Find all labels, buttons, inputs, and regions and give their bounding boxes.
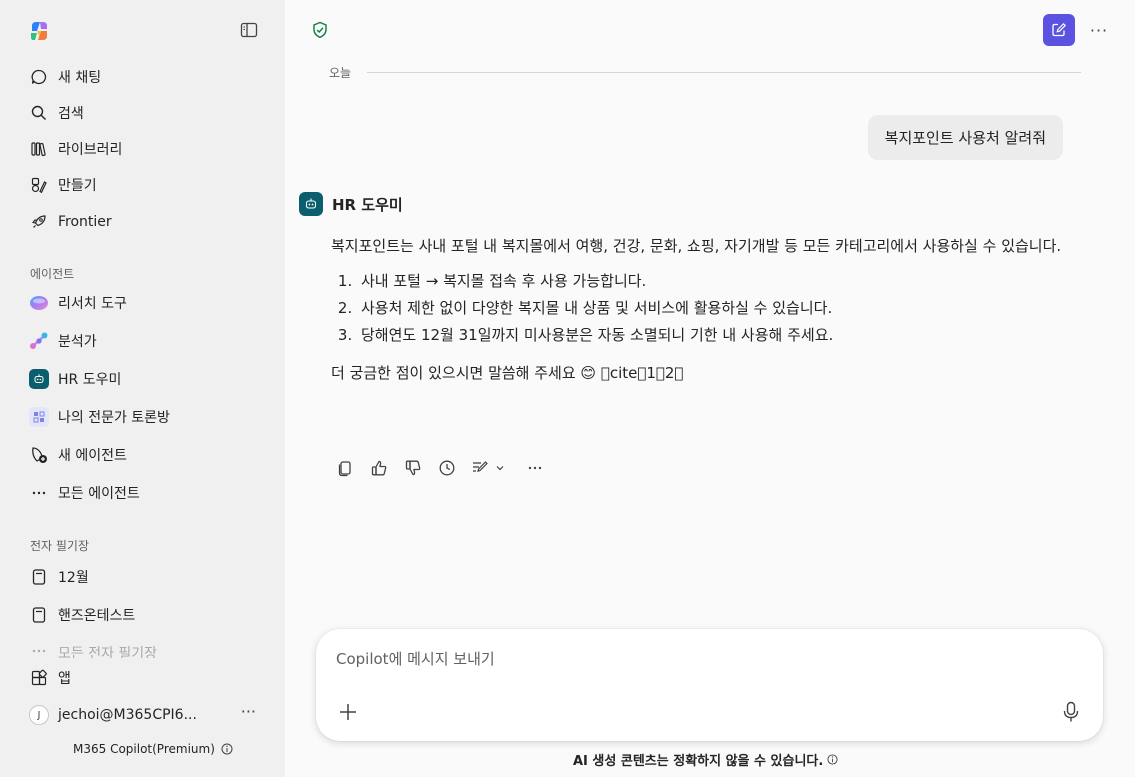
divider-line	[367, 72, 1081, 73]
notebooks-section-label: 전자 필기장	[30, 539, 90, 553]
disclaimer-text: AI 생성 콘텐츠는 정확하지 않을 수 있습니다.	[573, 754, 824, 769]
sidebar-item-label: 나의 전문가 토론방	[58, 410, 170, 426]
user-message: 복지포인트 사용처 알려줘	[867, 115, 1063, 160]
list-item: 사용처 제한 없이 다양한 복지몰 내 상품 및 서비스에 활용하실 수 있습니…	[357, 295, 1081, 322]
info-icon[interactable]	[221, 743, 233, 755]
shield-check-icon[interactable]	[311, 21, 329, 39]
sidebar-item-search[interactable]: 검색	[20, 97, 268, 129]
sidebar-toggle-icon[interactable]	[239, 20, 259, 40]
user-email: jechoi@M365CPI6...	[58, 707, 197, 723]
sidebar-item-notebook-december[interactable]: 12월	[20, 561, 268, 593]
sidebar-item-researcher[interactable]: 리서치 도구	[20, 287, 268, 319]
sidebar-item-new-chat[interactable]: 새 채팅	[20, 61, 268, 93]
sidebar-item-label: Frontier	[58, 214, 112, 230]
user-more-button[interactable]: ···	[241, 702, 256, 721]
new-agent-icon	[20, 445, 58, 465]
plan-text: M365 Copilot(Premium)	[73, 742, 215, 756]
apps-icon	[20, 669, 58, 687]
answer-list: 사내 포털 → 복지몰 접속 후 사용 가능합니다. 사용처 제한 없이 다양한…	[357, 268, 1081, 349]
sidebar-item-label: 앱	[58, 671, 71, 687]
chat-icon	[20, 68, 58, 86]
agents-section-label: 에이전트	[30, 267, 75, 281]
answer-intro: 복지포인트는 사내 포털 내 복지몰에서 여행, 건강, 문화, 쇼핑, 자기개…	[331, 237, 1062, 255]
avatar: J	[29, 705, 49, 725]
microphone-icon[interactable]	[1061, 701, 1081, 723]
bot-answer: 복지포인트는 사내 포털 내 복지몰에서 여행, 건강, 문화, 쇼핑, 자기개…	[331, 232, 1081, 387]
sidebar-item-label: HR 도우미	[58, 372, 122, 388]
notebook-icon	[20, 606, 58, 624]
edit-dropdown-button[interactable]	[471, 458, 509, 478]
sidebar-item-label: 리서치 도구	[58, 296, 127, 312]
plan-label: M365 Copilot(Premium)	[73, 742, 233, 756]
sidebar-item-label: 모든 전자 필기장	[58, 646, 158, 658]
notebook-icon	[20, 568, 58, 586]
more-icon[interactable]	[525, 458, 545, 478]
sidebar-item-label: 새 에이전트	[58, 448, 127, 464]
disclaimer: AI 생성 콘텐츠는 정확하지 않을 수 있습니다.	[573, 750, 838, 769]
sidebar-item-frontier[interactable]: Frontier	[20, 206, 268, 238]
sidebar-item-new-agent[interactable]: 새 에이전트	[20, 439, 268, 471]
sidebar-item-label: 새 채팅	[58, 70, 102, 86]
rocket-icon	[20, 213, 58, 231]
sidebar-item-all-notebooks[interactable]: 모든 전자 필기장	[20, 640, 268, 658]
more-icon	[20, 640, 58, 656]
sidebar-item-label: 모든 에이전트	[58, 486, 140, 502]
sidebar-item-label: 라이브러리	[58, 142, 123, 158]
answer-closing: 더 궁금한 점이 있으시면 말씀해 주세요 😊 cite12	[331, 364, 683, 382]
analyst-icon	[20, 331, 58, 351]
more-icon	[20, 485, 58, 501]
sidebar-item-label: 분석가	[58, 334, 97, 350]
info-icon[interactable]	[827, 754, 838, 765]
more-options-button[interactable]: ···	[1089, 20, 1109, 40]
sidebar-item-notebook-handson[interactable]: 핸즈온테스트	[20, 599, 268, 631]
list-item: 당해연도 12월 31일까지 미사용분은 자동 소멸되니 기한 내 사용해 주세…	[357, 322, 1081, 349]
new-chat-button[interactable]	[1043, 14, 1075, 46]
user-account[interactable]: J jechoi@M365CPI6... ···	[20, 700, 268, 730]
date-label: 오늘	[329, 66, 352, 80]
thumbs-down-icon[interactable]	[403, 458, 423, 478]
copy-icon[interactable]	[335, 458, 355, 478]
library-icon	[20, 140, 58, 158]
expert-icon	[20, 407, 58, 427]
sidebar-item-label: 만들기	[58, 178, 97, 194]
edit-icon	[471, 459, 489, 477]
researcher-icon	[20, 293, 58, 313]
bot-name: HR 도우미	[332, 195, 403, 214]
sidebar-item-analyst[interactable]: 분석가	[20, 325, 268, 357]
bot-header: HR 도우미	[299, 192, 403, 216]
sidebar-item-apps[interactable]: 앱	[20, 662, 268, 694]
hr-bot-icon	[20, 369, 58, 389]
message-composer[interactable]: Copilot에 메시지 보내기	[316, 629, 1103, 741]
sidebar-item-expert-room[interactable]: 나의 전문가 토론방	[20, 401, 268, 433]
sidebar-item-create[interactable]: 만들기	[20, 169, 268, 201]
search-icon	[20, 104, 58, 122]
copilot-logo-icon[interactable]	[28, 20, 50, 42]
list-item: 사내 포털 → 복지몰 접속 후 사용 가능합니다.	[357, 268, 1081, 295]
thumbs-up-icon[interactable]	[369, 458, 389, 478]
chat-pane: ··· 오늘 복지포인트 사용처 알려줘 HR 도우미 복지포인트는 사내 포털…	[285, 0, 1135, 777]
add-icon[interactable]	[338, 702, 358, 722]
sidebar-item-label: 12월	[58, 570, 89, 586]
sidebar-item-label: 핸즈온테스트	[58, 608, 136, 624]
sidebar-item-label: 검색	[58, 106, 84, 122]
sidebar-item-all-agents[interactable]: 모든 에이전트	[20, 477, 268, 509]
sidebar-item-hr-helper[interactable]: HR 도우미	[20, 363, 268, 395]
sidebar-item-library[interactable]: 라이브러리	[20, 133, 268, 165]
sidebar: 새 채팅 검색 라이브러리 만들기 Frontier 에이전트 리서치 도구 분…	[0, 0, 285, 777]
history-icon[interactable]	[437, 458, 457, 478]
create-icon	[20, 176, 58, 194]
compose-icon	[1051, 22, 1067, 38]
date-divider: 오늘	[329, 64, 1081, 81]
message-actions	[335, 458, 545, 478]
message-input[interactable]: Copilot에 메시지 보내기	[336, 648, 495, 669]
hr-bot-icon	[299, 192, 323, 216]
chevron-down-icon	[495, 463, 505, 473]
